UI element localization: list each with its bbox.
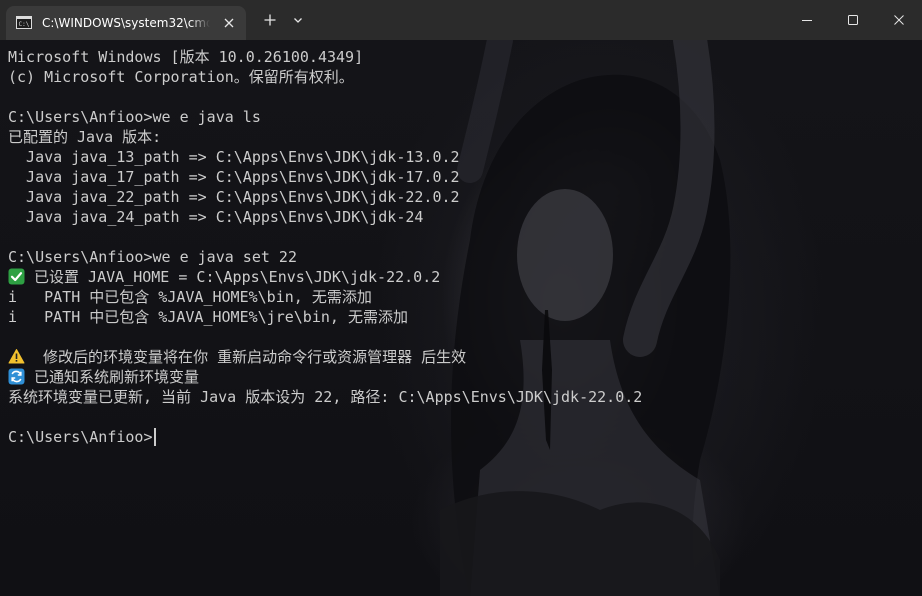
- current-prompt-line[interactable]: C:\Users\Anfioo>: [8, 427, 914, 447]
- java-home-set-text: 已设置 JAVA_HOME = C:\Apps\Envs\JDK\jdk-22.…: [25, 268, 441, 286]
- terminal-output-area[interactable]: Microsoft Windows [版本 10.0.26100.4349] (…: [0, 40, 922, 596]
- text-cursor: [153, 428, 156, 446]
- path-info-line: i PATH 中已包含 %JAVA_HOME%\bin, 无需添加: [8, 288, 372, 306]
- svg-text:C:\: C:\: [19, 21, 30, 28]
- new-tab-button[interactable]: [256, 0, 284, 40]
- command-line: C:\Users\Anfioo>we e java ls: [8, 107, 914, 127]
- maximize-icon: [848, 15, 858, 25]
- banner-copyright-line: (c) Microsoft Corporation。保留所有权利。: [8, 68, 354, 86]
- command-line: C:\Users\Anfioo>we e java set 22: [8, 247, 914, 267]
- check-mark-icon: [8, 268, 25, 285]
- tab-cmd[interactable]: C:\ C:\WINDOWS\system32\cmd.exe: [6, 6, 246, 40]
- notify-line: 已通知系统刷新环境变量: [8, 367, 914, 387]
- prompt: C:\Users\Anfioo>: [8, 428, 153, 446]
- cmd-icon: C:\: [16, 16, 32, 29]
- minimize-icon: [802, 20, 812, 21]
- summary-line: 系统环境变量已更新, 当前 Java 版本设为 22, 路径: C:\Apps\…: [8, 388, 643, 406]
- maximize-button[interactable]: [830, 0, 876, 40]
- command-text: we e java ls: [152, 108, 261, 126]
- banner-version-line: Microsoft Windows [版本 10.0.26100.4349]: [8, 48, 364, 66]
- restart-warning-line: 修改后的环境变量将在你 重新启动命令行或资源管理器 后生效: [8, 347, 914, 367]
- close-icon: [894, 15, 904, 25]
- warning-icon: [8, 349, 25, 364]
- prompt: C:\Users\Anfioo>: [8, 108, 153, 126]
- restart-warning-text: 修改后的环境变量将在你 重新启动命令行或资源管理器 后生效: [25, 348, 467, 366]
- minimize-button[interactable]: [784, 0, 830, 40]
- close-icon[interactable]: [222, 16, 236, 30]
- ls-output-item: Java java_22_path => C:\Apps\Envs\JDK\jd…: [8, 188, 460, 206]
- title-bar[interactable]: C:\ C:\WINDOWS\system32\cmd.exe: [0, 0, 922, 40]
- plus-icon: [264, 14, 276, 26]
- refresh-icon: [8, 368, 25, 385]
- tab-dropdown-button[interactable]: [286, 0, 310, 40]
- close-window-button[interactable]: [876, 0, 922, 40]
- ls-output-header: 已配置的 Java 版本:: [8, 128, 162, 146]
- notify-text: 已通知系统刷新环境变量: [25, 368, 200, 386]
- ls-output-item: Java java_24_path => C:\Apps\Envs\JDK\jd…: [8, 208, 424, 226]
- command-text: we e java set 22: [152, 248, 298, 266]
- java-home-set-line: 已设置 JAVA_HOME = C:\Apps\Envs\JDK\jdk-22.…: [8, 267, 914, 287]
- ls-output-item: Java java_17_path => C:\Apps\Envs\JDK\jd…: [8, 168, 460, 186]
- path-info-line: i PATH 中已包含 %JAVA_HOME%\jre\bin, 无需添加: [8, 308, 408, 326]
- chevron-down-icon: [294, 18, 302, 23]
- ls-output-item: Java java_13_path => C:\Apps\Envs\JDK\jd…: [8, 148, 460, 166]
- prompt: C:\Users\Anfioo>: [8, 248, 153, 266]
- terminal-window: C:\ C:\WINDOWS\system32\cmd.exe: [0, 0, 922, 596]
- terminal-lines: Microsoft Windows [版本 10.0.26100.4349] (…: [8, 47, 914, 447]
- tab-title: C:\WINDOWS\system32\cmd.exe: [42, 16, 210, 30]
